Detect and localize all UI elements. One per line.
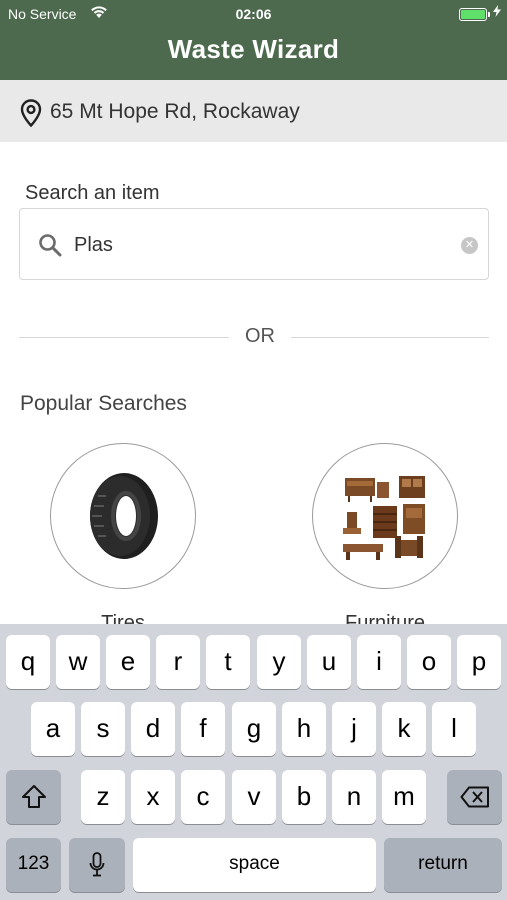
top-bar: No Service 02:06 Waste Wizard <box>0 0 507 80</box>
popular-item-furniture[interactable] <box>312 443 458 589</box>
key-b[interactable]: b <box>282 770 326 824</box>
return-key[interactable]: return <box>384 838 502 892</box>
delete-key[interactable] <box>447 770 502 824</box>
key-t[interactable]: t <box>206 635 250 689</box>
key-n[interactable]: n <box>332 770 376 824</box>
key-m[interactable]: m <box>382 770 426 824</box>
battery-icon <box>459 8 490 21</box>
key-q[interactable]: q <box>6 635 50 689</box>
popular-item-tires[interactable] <box>50 443 196 589</box>
key-c[interactable]: c <box>181 770 225 824</box>
charging-icon <box>493 5 501 20</box>
status-bar: No Service 02:06 <box>0 0 507 28</box>
space-key[interactable]: space <box>133 838 376 892</box>
key-f[interactable]: f <box>181 702 225 756</box>
key-x[interactable]: x <box>131 770 175 824</box>
microphone-icon <box>89 852 105 877</box>
key-k[interactable]: k <box>382 702 426 756</box>
key-e[interactable]: e <box>106 635 150 689</box>
location-pin-icon <box>20 99 42 132</box>
search-label: Search an item <box>25 182 160 204</box>
key-i[interactable]: i <box>357 635 401 689</box>
key-a[interactable]: a <box>31 702 75 756</box>
key-z[interactable]: z <box>81 770 125 824</box>
key-p[interactable]: p <box>457 635 501 689</box>
search-field[interactable]: ✕ <box>19 208 489 280</box>
address-text: 65 Mt Hope Rd, Rockaway <box>50 100 300 123</box>
key-d[interactable]: d <box>131 702 175 756</box>
key-h[interactable]: h <box>282 702 326 756</box>
keyboard: q w e r t y u i o p a s d f g h j k l z … <box>0 624 507 900</box>
key-w[interactable]: w <box>56 635 100 689</box>
key-u[interactable]: u <box>307 635 351 689</box>
furniture-icon <box>343 476 425 560</box>
key-j[interactable]: j <box>332 702 376 756</box>
key-g[interactable]: g <box>232 702 276 756</box>
microphone-key[interactable] <box>69 838 125 892</box>
key-y[interactable]: y <box>257 635 301 689</box>
address-bar[interactable]: 65 Mt Hope Rd, Rockaway <box>0 80 507 142</box>
search-icon <box>38 233 62 262</box>
key-o[interactable]: o <box>407 635 451 689</box>
key-s[interactable]: s <box>81 702 125 756</box>
tire-icon <box>90 473 158 559</box>
clear-icon[interactable]: ✕ <box>461 237 478 254</box>
key-v[interactable]: v <box>232 770 276 824</box>
shift-key[interactable] <box>6 770 61 824</box>
shift-icon <box>21 785 46 808</box>
key-l[interactable]: l <box>432 702 476 756</box>
divider-right <box>291 337 489 338</box>
popular-searches-heading: Popular Searches <box>20 392 187 415</box>
key-r[interactable]: r <box>156 635 200 689</box>
delete-icon <box>460 786 489 808</box>
clock: 02:06 <box>235 6 272 22</box>
page-title: Waste Wizard <box>167 34 340 64</box>
search-input[interactable] <box>74 227 454 263</box>
numbers-key[interactable]: 123 <box>6 838 61 892</box>
